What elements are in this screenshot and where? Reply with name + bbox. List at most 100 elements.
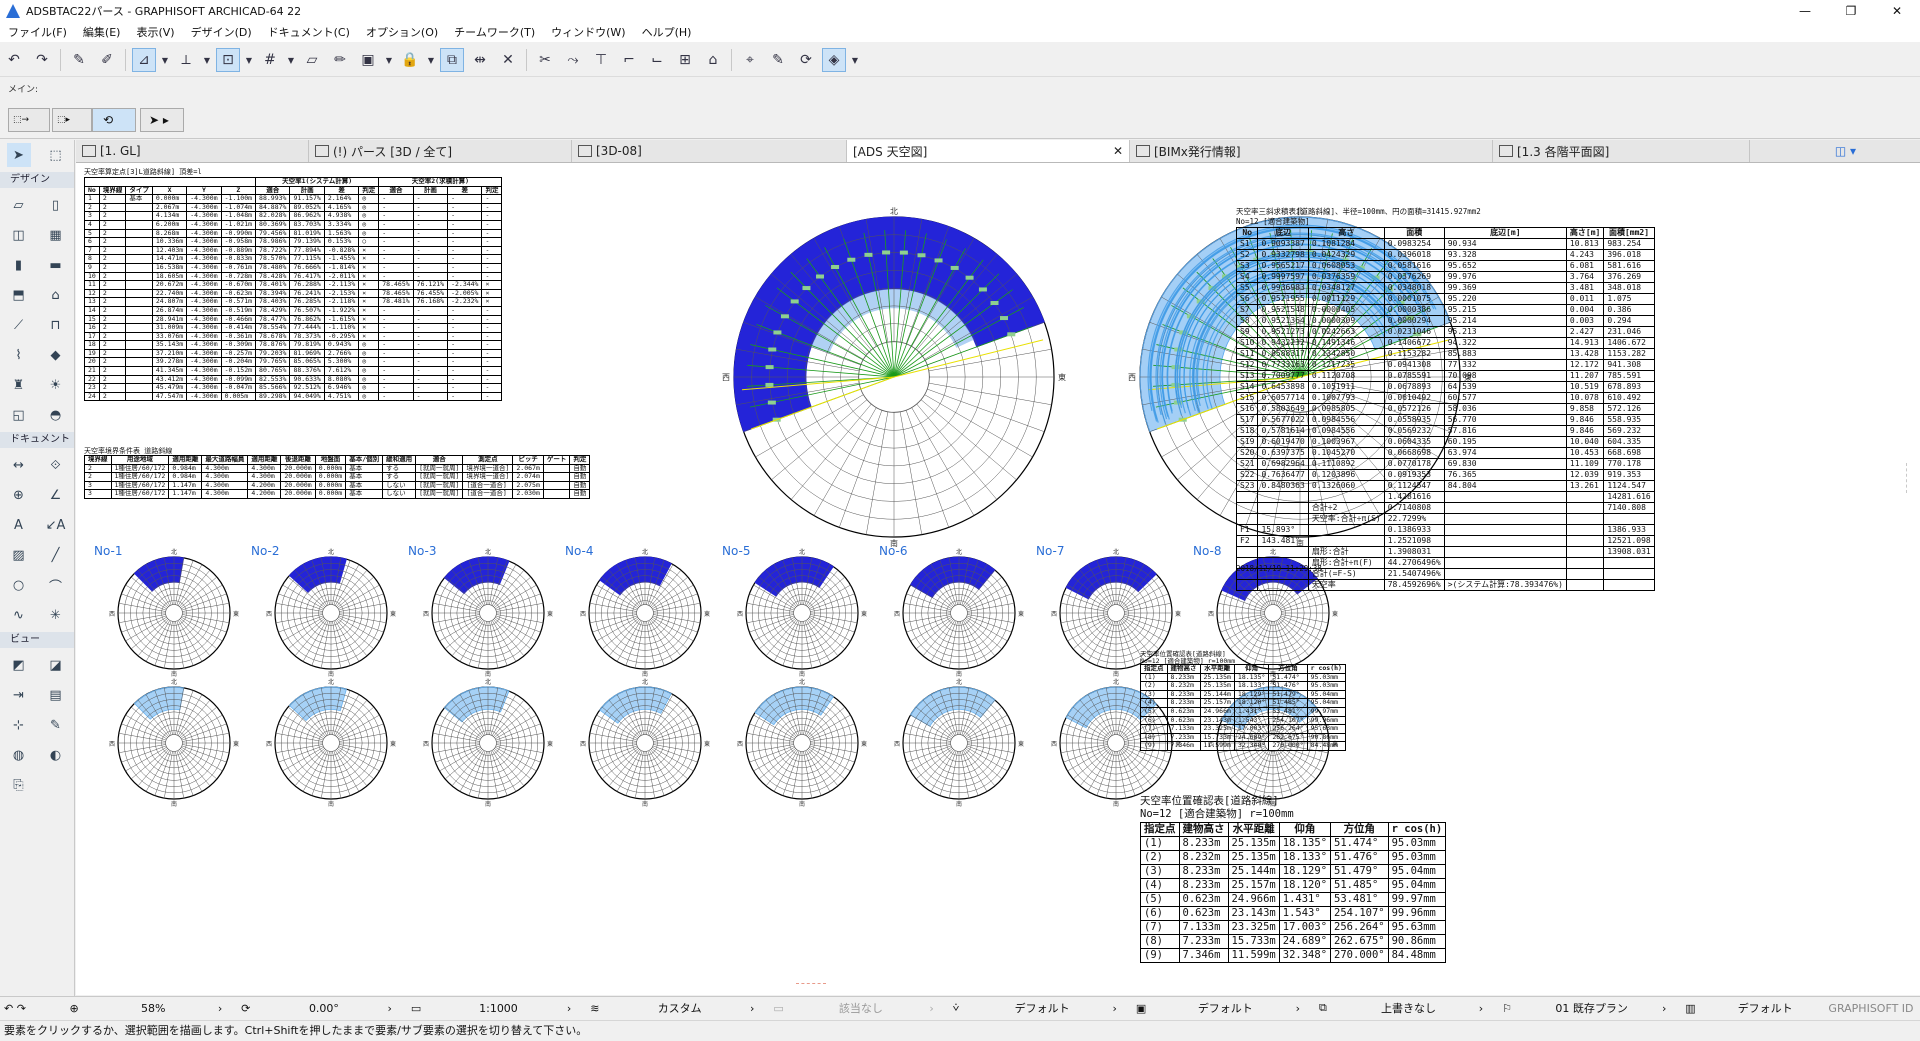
chamfer-icon[interactable]: ⌙ — [645, 48, 669, 72]
elevation-tool-icon[interactable]: ◪ — [44, 653, 68, 677]
toolbox-section-design[interactable]: デザイン — [0, 172, 74, 188]
drawing-canvas[interactable]: 天空率算定点[3]L道路斜線] 頂差=l 天空率1(システム計算) 天空率2(求… — [76, 163, 1920, 995]
chevron-down-icon[interactable]: ▼ — [384, 48, 394, 72]
lamp-tool-icon[interactable]: ☀ — [44, 373, 68, 397]
trace-reference-icon[interactable]: ⧉ — [440, 48, 464, 72]
tab-floor-plans[interactable]: [1.3 各階平面図] — [1493, 140, 1750, 162]
beam-tool-icon[interactable]: ▬ — [44, 253, 68, 277]
tab-3d-08[interactable]: [3D-08] — [572, 140, 847, 162]
label-tool-icon[interactable]: ↙A — [44, 513, 68, 537]
intersect-icon[interactable]: ⊤ — [589, 48, 613, 72]
door-tool-icon[interactable]: ▯ — [44, 193, 68, 217]
camera-tool-icon[interactable]: ⎘ — [7, 773, 31, 797]
interior-elevation-icon[interactable]: ⇥ — [7, 683, 31, 707]
pen-set[interactable]: デフォルト — [976, 998, 1109, 1018]
menu-document[interactable]: ドキュメント(C) — [260, 24, 358, 40]
zoom-icon[interactable]: ⊕ — [66, 998, 93, 1018]
renovation-icon[interactable]: ⚐ — [1498, 998, 1525, 1018]
rotate-icon[interactable]: ⟳ — [237, 998, 264, 1018]
menu-teamwork[interactable]: チームワーク(T) — [446, 24, 543, 40]
eraser-icon[interactable]: ▱ — [300, 48, 324, 72]
navigation-icons[interactable]: ↶ ↷ — [0, 998, 66, 1018]
tab-list-button[interactable]: ◫ ▾ — [1750, 140, 1862, 162]
worksheet-tool-icon[interactable]: ▤ — [44, 683, 68, 707]
angle-dimension-icon[interactable]: ∠ — [44, 483, 68, 507]
cross-icon[interactable]: ✕ — [496, 48, 520, 72]
model-view-option[interactable]: デフォルト — [1159, 998, 1292, 1018]
arrow-tool-icon[interactable]: ➤ — [7, 143, 31, 167]
redo-icon[interactable]: ↷ — [30, 48, 54, 72]
tab-bimx-info[interactable]: [BIMx発行情報] — [1130, 140, 1493, 162]
nodes-icon[interactable]: ⌖ — [738, 48, 762, 72]
override-icon[interactable]: ⧉ — [1315, 998, 1342, 1018]
chevron-down-icon[interactable]: ▼ — [202, 48, 212, 72]
circle-tool-icon[interactable]: ○ — [7, 573, 31, 597]
level-dimension-icon[interactable]: ⟐ — [44, 453, 68, 477]
fillet-icon[interactable]: ⌐ — [617, 48, 641, 72]
polyline-tool-icon[interactable]: ⌒ — [44, 573, 68, 597]
pen-icon[interactable]: ⩒ — [949, 998, 976, 1018]
menu-edit[interactable]: 編集(E) — [75, 24, 129, 40]
close-window-button[interactable]: ✕ — [1874, 0, 1920, 22]
menu-view[interactable]: 表示(V) — [128, 24, 182, 40]
toolbox-section-document[interactable]: ドキュメント — [0, 432, 74, 448]
menu-help[interactable]: ヘルプ(H) — [634, 24, 700, 40]
detail-tool-icon[interactable]: ⊹ — [7, 713, 31, 737]
roof-tool-icon[interactable]: ⌂ — [44, 283, 68, 307]
figure-tool-icon[interactable]: ◐ — [44, 743, 68, 767]
elevation-dimension-icon[interactable]: ⊕ — [7, 483, 31, 507]
arrow-tool-button[interactable]: ➤ ▸ — [140, 108, 184, 132]
chevron-right-icon[interactable]: › — [563, 998, 586, 1018]
change-tool-icon[interactable]: ✎ — [44, 713, 68, 737]
minimize-button[interactable]: — — [1782, 0, 1828, 22]
adjust-icon[interactable]: ⤳ — [561, 48, 585, 72]
chevron-right-icon[interactable]: › — [384, 998, 407, 1018]
eyedropper-icon[interactable]: ✎ — [67, 48, 91, 72]
3d-view-icon[interactable]: ◈ — [822, 48, 846, 72]
redo-view-icon[interactable]: ↷ — [17, 1002, 26, 1015]
window-tool-icon[interactable]: ◫ — [7, 223, 31, 247]
selection-method-button[interactable]: ⬚→ — [8, 108, 50, 132]
3d-document-icon[interactable]: ◍ — [7, 743, 31, 767]
stair-tool-icon[interactable]: ⟋ — [7, 313, 31, 337]
tab-ads-sky-map[interactable]: [ADS 天空図] ✕ — [847, 140, 1130, 162]
maximize-button[interactable]: ❐ — [1828, 0, 1874, 22]
scale-selector[interactable]: 1:1000 — [434, 998, 563, 1018]
section-tool-icon[interactable]: ◩ — [7, 653, 31, 677]
chevron-right-icon[interactable]: › — [1292, 998, 1315, 1018]
syringe-icon[interactable]: ✐ — [95, 48, 119, 72]
chevron-right-icon[interactable]: › — [746, 998, 769, 1018]
zoom-level[interactable]: 58% — [93, 998, 214, 1018]
orientation-angle[interactable]: 0.00° — [264, 998, 383, 1018]
chevron-right-icon[interactable]: › — [1475, 998, 1498, 1018]
dimension-standard[interactable]: デフォルト — [1708, 998, 1821, 1018]
menu-file[interactable]: ファイル(F) — [0, 24, 75, 40]
wall-tool-icon[interactable]: ▱ — [7, 193, 31, 217]
menu-options[interactable]: オプション(O) — [358, 24, 446, 40]
line-tool-icon[interactable]: ╱ — [44, 543, 68, 567]
undo-view-icon[interactable]: ↶ — [4, 1002, 13, 1015]
dimension-tool-icon[interactable]: ↔ — [7, 453, 31, 477]
slab-tool-icon[interactable]: ⬒ — [7, 283, 31, 307]
hotspot-tool-icon[interactable]: ✳ — [44, 603, 68, 627]
paint-icon[interactable]: ✎ — [766, 48, 790, 72]
tab-perspective[interactable]: (!) パース [3D / 全て] — [309, 140, 572, 162]
dimension-icon[interactable]: ⇹ — [468, 48, 492, 72]
toolbox-section-view[interactable]: ビュー — [0, 632, 74, 648]
chevron-right-icon[interactable]: › — [1658, 998, 1681, 1018]
suspend-groups-icon[interactable]: ▣ — [356, 48, 380, 72]
chevron-down-icon[interactable]: ▼ — [426, 48, 436, 72]
renovation-filter[interactable]: 01 既存プラン — [1525, 998, 1658, 1018]
marquee-tool-icon[interactable]: ⬚ — [44, 143, 68, 167]
morph-tool-icon[interactable]: ◆ — [44, 343, 68, 367]
snap-points-icon[interactable]: ⊡ — [216, 48, 240, 72]
chevron-right-icon[interactable]: › — [214, 998, 237, 1018]
spline-tool-icon[interactable]: ∿ — [7, 603, 31, 627]
chevron-down-icon[interactable]: ▼ — [244, 48, 254, 72]
tab-1-gl[interactable]: [1. GL] — [76, 140, 309, 162]
chevron-down-icon[interactable]: ▼ — [160, 48, 170, 72]
marquee-type-button[interactable]: ⬚▸ — [52, 108, 92, 132]
split-icon[interactable]: ⊞ — [673, 48, 697, 72]
fill-tool-icon[interactable]: ▨ — [7, 543, 31, 567]
grid-snap-icon[interactable]: # — [258, 48, 282, 72]
